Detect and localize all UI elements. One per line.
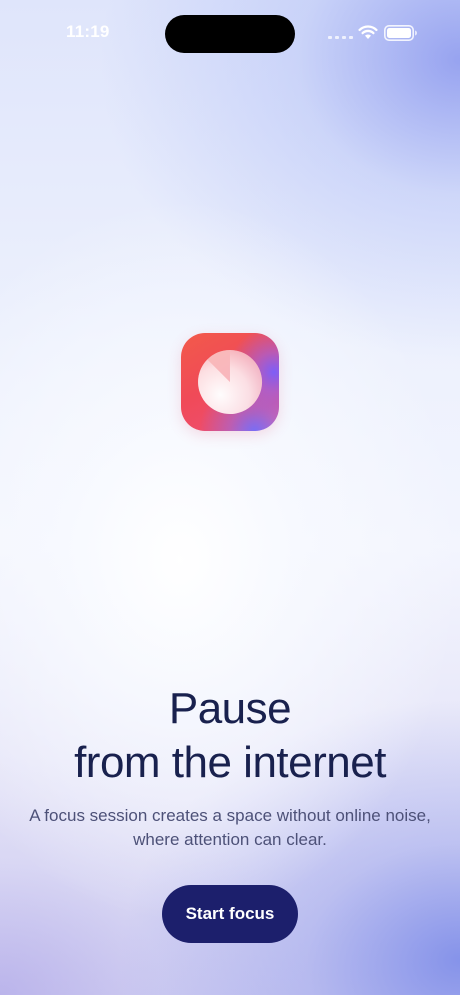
headline-line-1: Pause — [168, 684, 292, 733]
wifi-icon — [358, 25, 378, 39]
headline: Pause from the internet — [0, 682, 460, 790]
dynamic-island — [165, 15, 295, 53]
cellular-signal-icon — [328, 36, 353, 39]
focus-dial-icon — [198, 349, 263, 414]
focus-app-icon — [181, 333, 279, 431]
subtitle: A focus session creates a space without … — [29, 806, 431, 849]
battery-icon — [384, 25, 417, 41]
headline-line-2: from the internet — [74, 738, 386, 787]
start-focus-button[interactable]: Start focus — [162, 885, 298, 943]
status-time: 11:19 — [66, 22, 110, 41]
